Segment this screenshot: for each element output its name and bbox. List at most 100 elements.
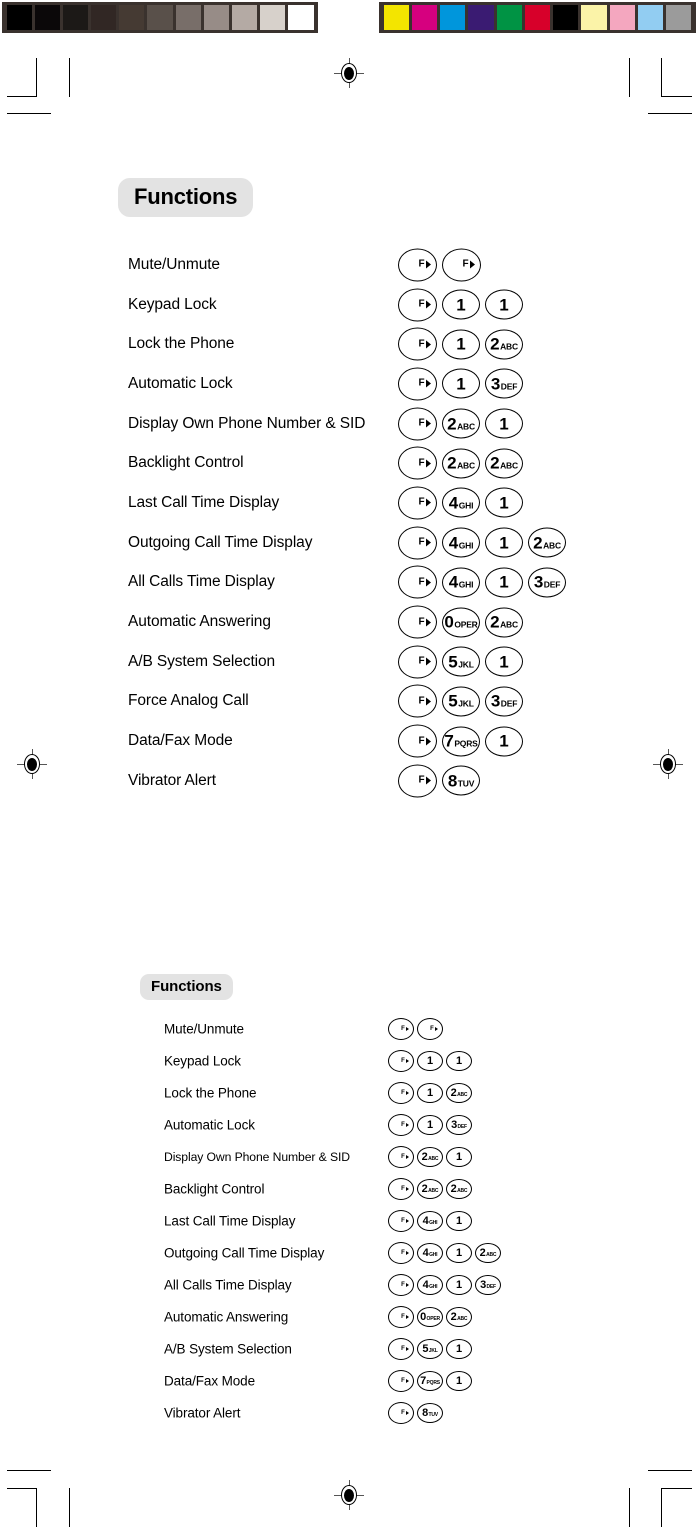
f-key-glyph: F bbox=[418, 775, 431, 786]
key-digit: 1 bbox=[499, 731, 509, 751]
key-letters: PQRS bbox=[454, 738, 478, 749]
key-digit: 1 bbox=[499, 493, 509, 513]
page-title: Functions bbox=[118, 178, 254, 217]
function-row: A/B System Selection F 5 JKL 1 bbox=[140, 1333, 580, 1365]
f-key-glyph: F bbox=[418, 696, 431, 706]
key-sequence: F 1 1 bbox=[388, 1050, 475, 1072]
key-sequence: F 4 GHI 1 3 DEF bbox=[398, 565, 571, 599]
f-key-glyph: F bbox=[418, 496, 431, 508]
crop-mark-top-right-tick-h bbox=[648, 113, 692, 114]
grayscale-patch bbox=[62, 5, 89, 30]
function-label: Automatic Answering bbox=[164, 1309, 289, 1325]
f-key-glyph: F bbox=[401, 1282, 409, 1288]
f-key-letter: F bbox=[418, 496, 425, 508]
function-label: Automatic Answering bbox=[128, 613, 271, 631]
key-sequence: F 7 PQRS 1 bbox=[398, 724, 528, 758]
digit-key-glyph: 4 GHI bbox=[423, 1279, 438, 1291]
function-label: Keypad Lock bbox=[128, 295, 217, 313]
key-letters: ABC bbox=[486, 1251, 497, 1258]
digit-key-glyph: 1 bbox=[499, 574, 508, 591]
digit-key-icon-3: 3 DEF bbox=[446, 1115, 472, 1135]
key-sequence: F 5 JKL 3 DEF bbox=[398, 684, 528, 718]
grayscale-patch bbox=[203, 5, 229, 30]
digit-key-icon-1: 1 bbox=[442, 289, 480, 320]
key-digit: 1 bbox=[455, 1214, 463, 1227]
digit-key-glyph: 2 ABC bbox=[480, 1247, 497, 1259]
digit-key-icon-4: 4 GHI bbox=[417, 1275, 443, 1295]
key-digit: 2 bbox=[447, 453, 457, 473]
key-sequence: F 2 ABC 2 ABC bbox=[398, 446, 528, 480]
key-digit: 1 bbox=[499, 572, 509, 592]
f-key-letter: F bbox=[418, 735, 425, 747]
key-digit: 8 bbox=[447, 771, 458, 791]
triangle-right-icon bbox=[405, 1155, 409, 1159]
function-row: Force Analog Call F 5 JKL 3 DEF bbox=[118, 682, 618, 722]
function-row: All Calls Time Display F 4 GHI 1 3 DEF bbox=[118, 563, 618, 603]
color-patch bbox=[383, 5, 409, 30]
f-key-letter: F bbox=[418, 457, 425, 469]
key-digit: 2 bbox=[447, 414, 457, 434]
f-key-letter: F bbox=[430, 1026, 434, 1032]
digit-key-glyph: 2 ABC bbox=[451, 1087, 468, 1099]
function-row: Backlight Control F 2 ABC 2 ABC bbox=[118, 443, 618, 483]
function-row: Keypad Lock F 1 1 bbox=[118, 285, 618, 325]
key-digit: 4 bbox=[422, 1246, 429, 1259]
digit-key-icon-1: 1 bbox=[485, 408, 523, 439]
digit-key-glyph: 1 bbox=[499, 534, 508, 551]
key-letters: JKL bbox=[458, 698, 474, 709]
f-key-letter: F bbox=[418, 258, 425, 270]
f-key-letter: F bbox=[418, 576, 425, 588]
key-sequence: F 1 2 ABC bbox=[388, 1082, 475, 1104]
function-row: Vibrator Alert F 8 TUV bbox=[140, 1397, 580, 1429]
f-key-icon: F bbox=[417, 1018, 443, 1040]
triangle-right-icon bbox=[405, 1091, 409, 1095]
key-digit: 4 bbox=[448, 493, 459, 513]
f-key-icon: F bbox=[388, 1338, 414, 1360]
digit-key-icon-1: 1 bbox=[485, 646, 523, 677]
f-key-letter: F bbox=[401, 1058, 405, 1064]
function-row: Data/Fax Mode F 7 PQRS 1 bbox=[118, 721, 618, 761]
functions-list-small: Mute/Unmute F F Keypad Lock F 1 1 Lock the Phon… bbox=[140, 1013, 580, 1429]
key-letters: PQRS bbox=[426, 1379, 441, 1386]
key-letters: ABC bbox=[457, 460, 475, 471]
crop-mark-top-right-tick bbox=[629, 58, 630, 97]
digit-key-icon-1: 1 bbox=[446, 1211, 472, 1231]
f-key-icon: F bbox=[398, 526, 437, 560]
digit-key-glyph: 4 GHI bbox=[423, 1215, 438, 1227]
triangle-right-icon bbox=[425, 618, 431, 627]
f-key-letter: F bbox=[418, 338, 425, 350]
key-letters: GHI bbox=[458, 500, 474, 511]
key-sequence: F 8 TUV bbox=[388, 1402, 446, 1424]
f-key-icon: F bbox=[388, 1210, 414, 1232]
f-key-icon: F bbox=[398, 605, 437, 639]
function-label: Backlight Control bbox=[164, 1181, 265, 1197]
function-row: Automatic Answering F 0 OPER 2 ABC bbox=[118, 602, 618, 642]
key-letters: JKL bbox=[458, 659, 474, 670]
digit-key-icon-3: 3 DEF bbox=[485, 686, 523, 717]
digit-key-icon-7: 7 PQRS bbox=[442, 726, 480, 757]
digit-key-glyph: 1 bbox=[456, 1151, 462, 1163]
key-digit: 1 bbox=[499, 652, 509, 672]
digit-key-glyph: 2 ABC bbox=[490, 336, 518, 353]
digit-key-glyph: 2 ABC bbox=[533, 534, 561, 551]
digit-key-glyph: 3 DEF bbox=[451, 1119, 467, 1131]
function-label: Keypad Lock bbox=[164, 1053, 241, 1069]
triangle-right-icon bbox=[425, 538, 431, 547]
function-row: Mute/Unmute F F bbox=[118, 245, 618, 285]
color-patch bbox=[440, 5, 466, 30]
f-key-letter: F bbox=[418, 377, 425, 389]
triangle-right-icon bbox=[405, 1283, 409, 1287]
grayscale-patch bbox=[91, 5, 117, 30]
key-letters: TUV bbox=[428, 1411, 439, 1418]
f-key-glyph: F bbox=[418, 735, 431, 747]
digit-key-glyph: 8 TUV bbox=[447, 771, 475, 791]
digit-key-icon-2: 2 ABC bbox=[446, 1083, 472, 1103]
function-label: Mute/Unmute bbox=[128, 255, 220, 273]
digit-key-glyph: 2 ABC bbox=[422, 1151, 439, 1163]
key-digit: 0 bbox=[444, 612, 454, 632]
key-digit: 1 bbox=[456, 334, 466, 354]
f-key-icon: F bbox=[388, 1402, 414, 1424]
key-letters: DEF bbox=[500, 698, 518, 709]
function-label: Mute/Unmute bbox=[164, 1021, 244, 1037]
f-key-glyph: F bbox=[418, 457, 431, 469]
